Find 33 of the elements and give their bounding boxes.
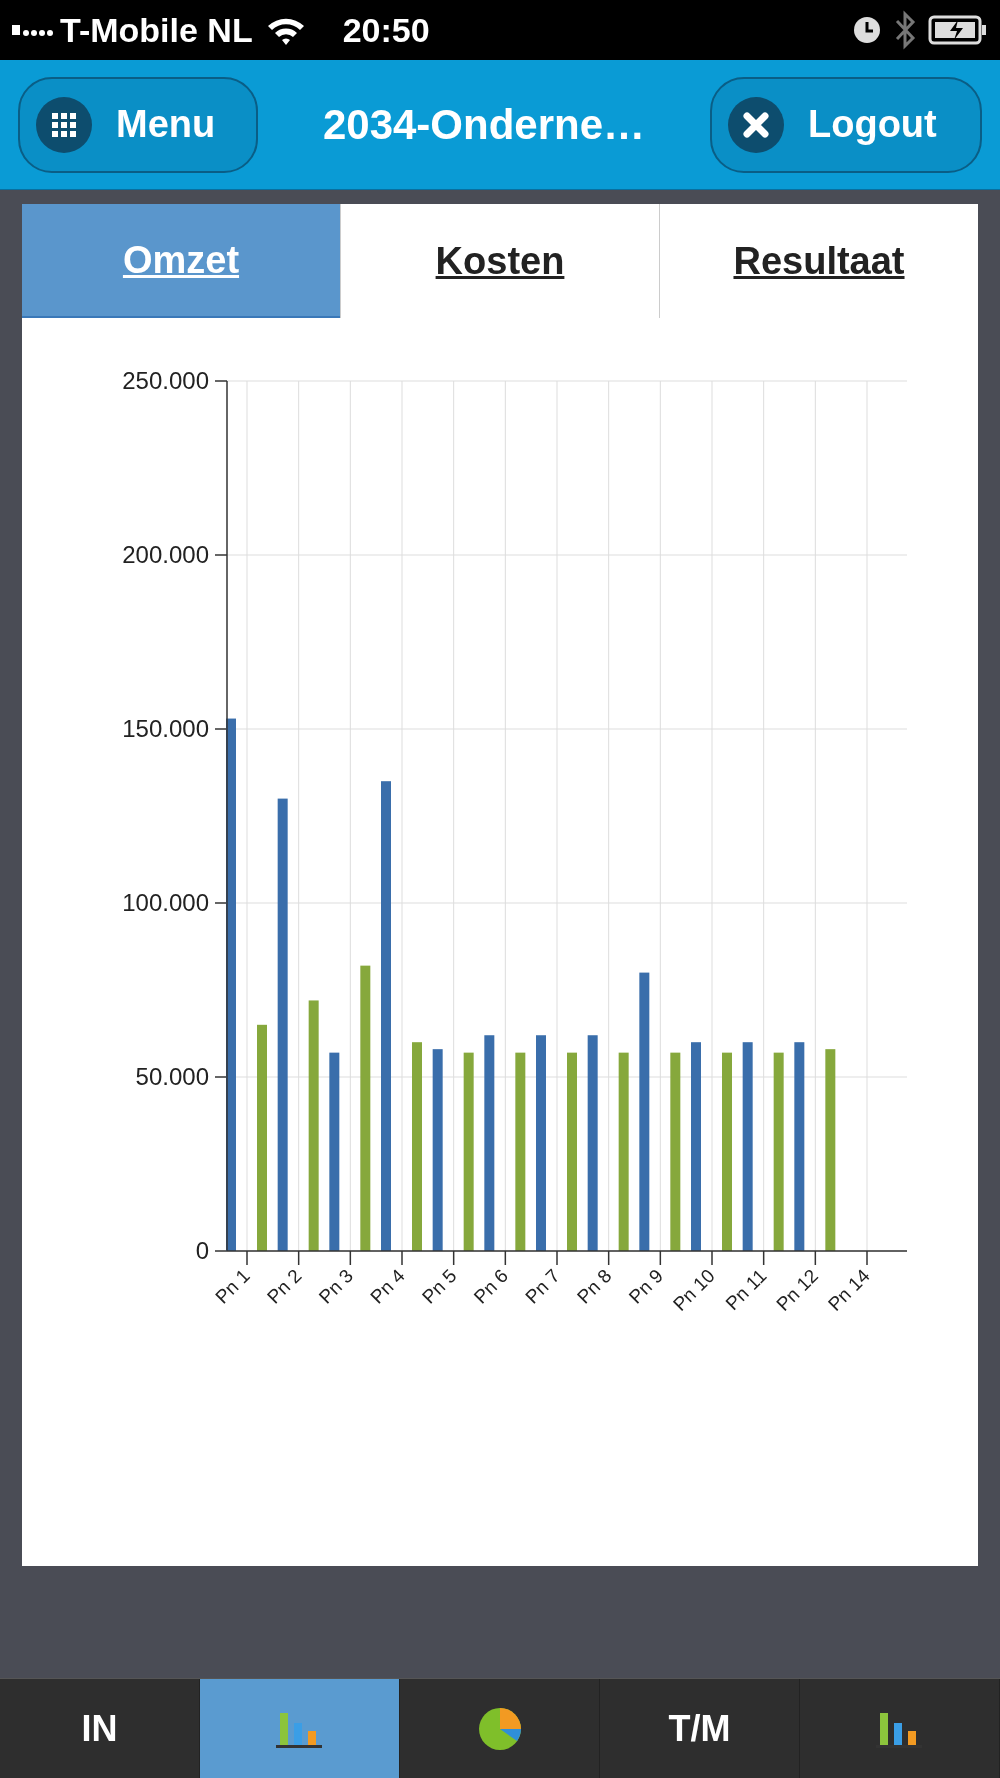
grid-icon	[36, 96, 92, 153]
axis-label: Pn 14	[823, 1265, 874, 1315]
axis-label: Pn 11	[721, 1265, 771, 1314]
axis-label: Pn 10	[668, 1265, 719, 1315]
axis-label: Pn 4	[366, 1265, 409, 1308]
close-icon	[728, 96, 784, 153]
logout-button[interactable]: Logout	[710, 76, 982, 173]
axis-label: Pn 5	[418, 1265, 461, 1308]
page-title: 2034-Onderne…	[321, 100, 647, 150]
pie-chart-icon	[476, 1705, 523, 1752]
tab[interactable]: Resultaat	[659, 204, 978, 318]
carrier-name: T-Mobile NL	[60, 9, 253, 51]
axis-label: Pn 9	[624, 1265, 668, 1308]
axis-label: Pn 12	[772, 1265, 823, 1315]
bluetooth-icon	[894, 10, 916, 50]
tab[interactable]: Kosten	[340, 204, 659, 318]
axis-label: Pn 6	[469, 1265, 513, 1308]
axis-label: Pn 2	[263, 1265, 306, 1308]
axis-label: 200.000	[122, 541, 209, 568]
axis-label: 100.000	[122, 889, 209, 916]
axis-label: 250.000	[122, 367, 209, 394]
axis-label: 150.000	[122, 715, 209, 742]
menu-button[interactable]: Menu	[18, 76, 258, 173]
clock-time: 20:50	[342, 9, 430, 51]
battery-icon	[928, 14, 988, 46]
axis-label: Pn 8	[573, 1265, 616, 1308]
signal-icon	[12, 23, 56, 37]
alarm-icon	[852, 15, 882, 45]
axis-label: Pn 1	[211, 1265, 254, 1308]
axis-label: Pn 3	[314, 1265, 358, 1308]
axis-label: 0	[195, 1237, 209, 1264]
axis-label: Pn 7	[521, 1265, 564, 1308]
axis-label: 50.000	[135, 1063, 209, 1090]
